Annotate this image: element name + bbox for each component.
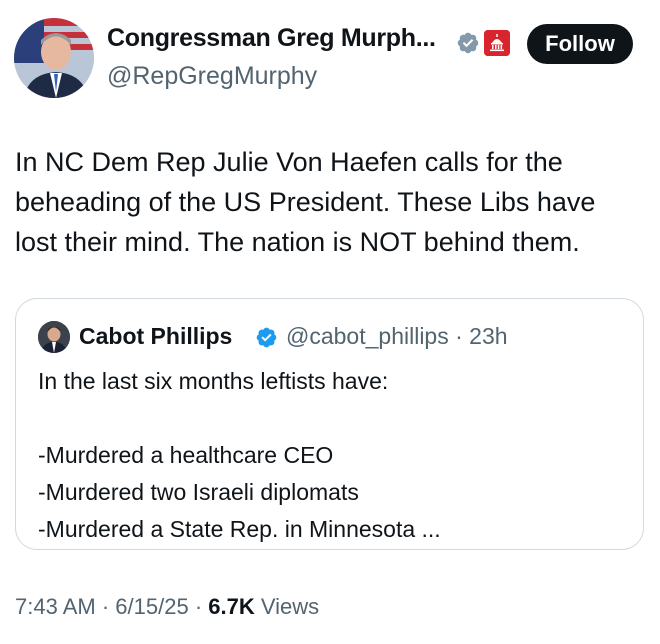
quoted-tweet[interactable]: Cabot Phillips @cabot_phillips · 23h In … (15, 298, 644, 550)
tweet-text-line: In NC Dem Rep Julie Von Haefen calls for… (15, 147, 563, 177)
follow-button[interactable]: Follow (527, 24, 633, 64)
quoted-author-name[interactable]: Cabot Phillips (79, 323, 232, 350)
author-name[interactable]: Congressman Greg Murph... (107, 24, 436, 53)
separator-dot: · (194, 594, 209, 619)
quoted-author-handle-time[interactable]: @cabot_phillips · 23h (286, 323, 508, 350)
author-handle[interactable]: @RepGregMurphy (107, 62, 317, 91)
quoted-text-line: In the last six months leftists have: (38, 368, 389, 394)
quoted-text-line: -Murdered two Israeli diplomats (38, 479, 359, 505)
quoted-tweet-text: In the last six months leftists have: -M… (38, 363, 628, 548)
separator-dot: · (101, 594, 116, 619)
tweet-time[interactable]: 7:43 AM (15, 594, 96, 619)
author-avatar[interactable] (14, 18, 94, 98)
verified-grey-badge-icon[interactable] (456, 31, 480, 55)
tweet-text-line: beheading of the US President. These Lib… (15, 187, 596, 217)
views-label: Views (260, 594, 320, 619)
quoted-author-avatar[interactable] (38, 321, 70, 353)
tweet-text-line: lost their mind. The nation is NOT behin… (15, 227, 580, 257)
tweet-metadata: 7:43 AM · 6/15/25 · 6.7K Views (15, 594, 319, 620)
quoted-text-line: -Murdered a healthcare CEO (38, 442, 334, 468)
tweet-card: Congressman Greg Murph... @RepGregMurphy… (0, 0, 660, 644)
tweet-date[interactable]: 6/15/25 (115, 594, 188, 619)
verified-blue-badge-icon[interactable] (255, 326, 278, 349)
quoted-text-line (38, 400, 628, 437)
capitol-badge-icon[interactable] (484, 30, 510, 56)
views-count: 6.7K (208, 594, 255, 619)
quoted-text-line: -Murdered a State Rep. in Minnesota ... (38, 516, 441, 542)
tweet-text: In NC Dem Rep Julie Von Haefen calls for… (15, 142, 650, 262)
